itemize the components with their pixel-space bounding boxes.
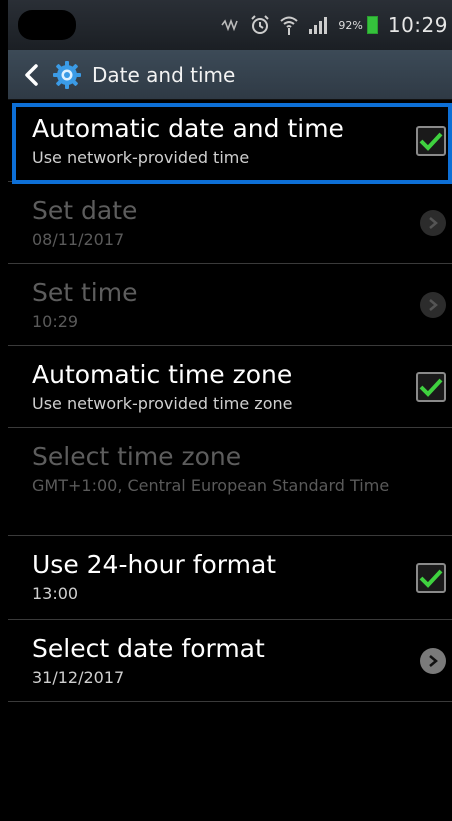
use-24-hour-checkbox[interactable] [416, 562, 446, 593]
setting-summary: Use network-provided time zone [32, 394, 293, 413]
automatic-time-zone-checkbox[interactable] [416, 371, 446, 402]
set-time-arrow-button[interactable] [420, 291, 446, 318]
settings-gear-icon[interactable] [52, 60, 82, 90]
automatic-date-time-checkbox[interactable] [416, 125, 446, 156]
setting-label: Automatic time zone [32, 360, 293, 389]
setting-summary: 10:29 [32, 312, 79, 331]
setting-set-date[interactable]: Set date 08/11/2017 [8, 182, 452, 264]
setting-summary: GMT+1:00, Central European Standard Time [32, 476, 390, 495]
set-date-arrow-button[interactable] [420, 209, 446, 236]
status-bar: 92% 10:29 [8, 0, 452, 50]
setting-label: Select time zone [32, 442, 242, 471]
chevron-right-icon [429, 654, 438, 667]
setting-summary: 13:00 [32, 584, 79, 603]
setting-select-time-zone[interactable]: Select time zone GMT+1:00, Central Europ… [8, 428, 452, 536]
chevron-right-icon [429, 298, 438, 311]
checkmark-icon [419, 569, 443, 588]
setting-summary: 08/11/2017 [32, 230, 125, 249]
wifi-icon [280, 14, 299, 36]
redacted-area [18, 10, 76, 40]
settings-list: Automatic date and time Use network-prov… [8, 100, 452, 702]
setting-summary: Use network-provided time [32, 148, 250, 167]
setting-label: Use 24-hour format [32, 550, 277, 579]
setting-summary: 31/12/2017 [32, 668, 125, 687]
setting-label: Set time [32, 278, 138, 307]
setting-automatic-date-time[interactable]: Automatic date and time Use network-prov… [8, 100, 452, 182]
chevron-right-icon [429, 216, 438, 229]
setting-set-time[interactable]: Set time 10:29 [8, 264, 452, 346]
setting-label: Set date [32, 196, 138, 225]
setting-select-date-format[interactable]: Select date format 31/12/2017 [8, 620, 452, 702]
battery-percent: 92% [338, 18, 363, 32]
setting-use-24-hour-format[interactable]: Use 24-hour format 13:00 [8, 536, 452, 620]
setting-automatic-time-zone[interactable]: Automatic time zone Use network-provided… [8, 346, 452, 428]
vibrate-icon [220, 14, 240, 36]
setting-label: Select date format [32, 634, 265, 663]
signal-icon [308, 14, 328, 36]
back-chevron-icon[interactable] [20, 61, 42, 89]
checkmark-icon [419, 132, 443, 151]
action-bar: Date and time [8, 50, 452, 100]
clock: 10:29 [387, 13, 448, 37]
select-date-format-arrow-button[interactable] [420, 647, 446, 674]
alarm-icon [250, 14, 270, 36]
setting-label: Automatic date and time [32, 114, 344, 143]
battery-icon [366, 16, 378, 34]
page-title: Date and time [92, 62, 236, 87]
checkmark-icon [419, 378, 443, 397]
